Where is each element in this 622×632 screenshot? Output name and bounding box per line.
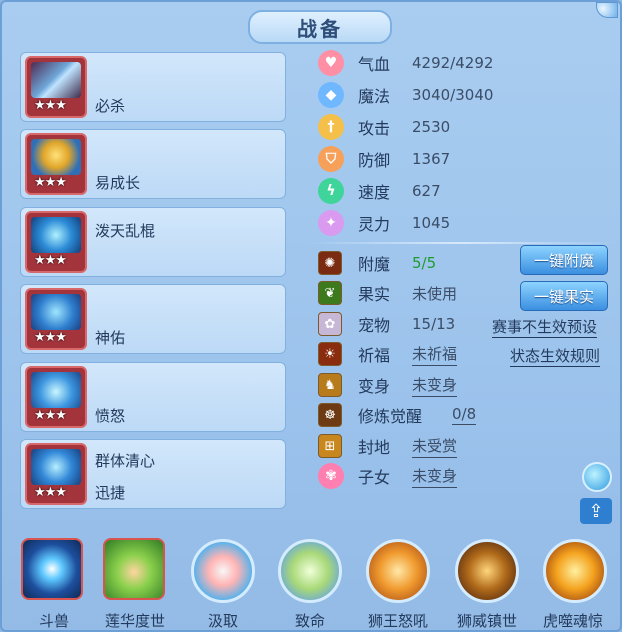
extra-row-fief[interactable]: ⊞ 封地 未受赏 — [318, 433, 458, 459]
lion-roar-icon — [366, 539, 430, 603]
battle-prep-panel: 战备 ★★★ 必杀 ★★★ 易成长 ★★★ 泼天乱棍 ★★★ 神佑 ★★★ 愤怒… — [0, 0, 622, 632]
stat-row-mp: ◆ 魔法 3040/3040 — [318, 82, 493, 108]
blue-ring-icon: ★★★ — [25, 288, 87, 350]
sword-icon: † — [318, 114, 344, 140]
shield-icon: ⛉ — [318, 146, 344, 172]
equipment-label: 愤怒 — [95, 407, 126, 425]
lightning-icon: ϟ — [318, 178, 344, 204]
share-icon[interactable]: ⇪ — [580, 498, 612, 524]
skill-slot-5[interactable] — [363, 536, 433, 606]
skill-label-5: 狮王怒吼 — [367, 612, 428, 630]
skill-slot-1[interactable] — [19, 536, 89, 606]
skill-slot-4[interactable] — [275, 536, 345, 606]
skill-label-2: 莲华度世 — [104, 612, 165, 630]
extra-row-transform[interactable]: ♞ 变身 未变身 — [318, 372, 458, 398]
seal-icon: ⊞ — [318, 434, 342, 458]
enchant-icon: ✺ — [318, 251, 342, 275]
event-preset-link[interactable]: 赛事不生效预设 — [492, 316, 598, 338]
status-rules-link[interactable]: 状态生效规则 — [510, 345, 601, 367]
spirit-icon: ✦ — [318, 210, 344, 236]
equipment-label: 必杀 — [95, 97, 126, 115]
section-divider — [306, 242, 616, 244]
cultivation-icon: ☸ — [318, 403, 342, 427]
fruit-icon: ❦ — [318, 281, 342, 305]
equipment-slot-4[interactable]: ★★★ 神佑 — [20, 284, 286, 354]
stat-row-hp: ♥ 气血 4292/4292 — [318, 50, 493, 76]
extra-row-pet: ✿ 宠物 15/13 — [318, 311, 455, 337]
fatal-icon — [278, 539, 342, 603]
equipment-slot-6[interactable]: ★★★ 群体清心 迅捷 — [20, 439, 286, 509]
skill-slot-7[interactable] — [540, 536, 610, 606]
heart-icon: ♥ — [318, 50, 344, 76]
skill-label-7: 虎噬魂惊 — [542, 612, 603, 630]
skill-label-1: 斗兽 — [38, 612, 69, 630]
spear-weapon-icon: ★★★ — [25, 56, 87, 118]
pet-icon: ✿ — [318, 312, 342, 336]
child-icon: ✾ — [318, 463, 344, 489]
skill-label-3: 汲取 — [207, 612, 238, 630]
skill-label-4: 致命 — [294, 612, 325, 630]
golden-helmet-icon: ★★★ — [25, 133, 87, 195]
extra-row-cultivation[interactable]: ☸ 修炼觉醒 0/8 — [318, 402, 477, 428]
equipment-slot-1[interactable]: ★★★ 必杀 — [20, 52, 286, 122]
extra-row-blessing[interactable]: ☀ 祈福 未祈福 — [318, 341, 458, 367]
stat-row-defense: ⛉ 防御 1367 — [318, 146, 450, 172]
lotus-hand-icon — [103, 538, 165, 600]
equipment-slot-2[interactable]: ★★★ 易成长 — [20, 129, 286, 199]
tiger-soul-icon — [543, 539, 607, 603]
refresh-icon[interactable] — [582, 462, 612, 492]
equipment-label: 神佑 — [95, 329, 126, 347]
equipment-label: 易成长 — [95, 174, 141, 192]
stat-row-attack: † 攻击 2530 — [318, 114, 450, 140]
equipment-label: 群体清心 — [95, 452, 156, 470]
extra-row-fruit: ❦ 果实 未使用 — [318, 280, 457, 306]
equipment-label: 泼天乱棍 — [95, 222, 156, 240]
blessing-icon: ☀ — [318, 342, 342, 366]
skill-label-6: 狮威镇世 — [456, 612, 517, 630]
one-click-enchant-button[interactable]: 一键附魔 — [520, 245, 608, 275]
skill-slot-3[interactable] — [188, 536, 258, 606]
extra-row-enchant: ✺ 附魔 5/5 — [318, 250, 436, 276]
beast-fight-icon — [21, 538, 83, 600]
blue-cloak-icon: ★★★ — [25, 443, 87, 505]
lion-guard-icon — [455, 539, 519, 603]
one-click-fruit-button[interactable]: 一键果实 — [520, 281, 608, 311]
corner-gem-icon — [596, 2, 618, 18]
equipment-slot-3[interactable]: ★★★ 泼天乱棍 — [20, 207, 286, 277]
stat-row-spirit: ✦ 灵力 1045 — [318, 210, 450, 236]
enchant-value: 5/5 — [412, 254, 437, 272]
extra-row-children[interactable]: ✾ 子女 未变身 — [318, 463, 458, 489]
blue-armor-icon: ★★★ — [25, 211, 87, 273]
blue-crown-icon: ★★★ — [25, 366, 87, 428]
absorb-icon — [191, 539, 255, 603]
title-banner: 战备 — [248, 10, 392, 44]
skill-slot-6[interactable] — [452, 536, 522, 606]
skill-slot-2[interactable] — [101, 536, 171, 606]
transform-icon: ♞ — [318, 373, 342, 397]
panel-title: 战备 — [297, 16, 343, 41]
equipment-label-secondary: 迅捷 — [95, 484, 126, 502]
equipment-slot-5[interactable]: ★★★ 愤怒 — [20, 362, 286, 432]
diamond-icon: ◆ — [318, 82, 344, 108]
stat-row-speed: ϟ 速度 627 — [318, 178, 441, 204]
